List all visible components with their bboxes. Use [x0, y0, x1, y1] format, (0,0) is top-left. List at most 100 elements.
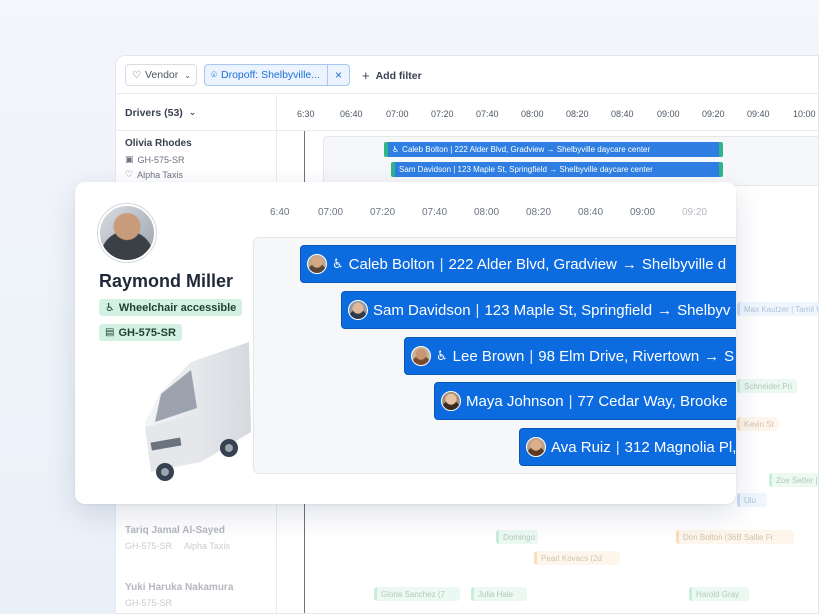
clear-filter-button[interactable]: ×	[327, 65, 349, 85]
trip-pill[interactable]: Schneider Pri	[737, 379, 797, 393]
driver-name: Raymond Miller	[99, 271, 234, 291]
time-tick: 08:00	[521, 109, 544, 119]
pickup-address: 77 Cedar Way, Brooke	[577, 392, 728, 410]
trip-pill[interactable]: Zoe Setter | Sa	[769, 473, 818, 487]
passenger-name: Maya Johnson	[466, 392, 564, 410]
dropoff-filter-chip[interactable]: ⌾ Dropoff: Shelbyville... ×	[204, 64, 350, 86]
time-tick: 08:00	[474, 207, 500, 218]
separator: |	[529, 347, 534, 365]
wheelchair-icon: ♿	[105, 302, 115, 314]
time-tick: 09:20	[702, 109, 725, 119]
time-tick: 07:00	[318, 207, 344, 218]
trip-pill[interactable]: Kevin St	[737, 417, 779, 431]
passenger-name: Caleb Bolton	[348, 255, 435, 273]
time-tick: 06:40	[340, 109, 363, 119]
trip-bar-lee-brown[interactable]: ♿ Lee Brown | 98 Elm Drive, Rivertown → …	[404, 337, 736, 375]
passenger-avatar	[307, 254, 327, 274]
chevron-down-icon: ⌄	[188, 107, 197, 117]
trip-pill[interactable]: Pearl Kovacs (2d	[534, 551, 620, 565]
wheelchair-icon: ♿	[436, 348, 448, 363]
wheelchair-icon: ♿	[332, 256, 344, 271]
drivers-count-label: Drivers (53)	[125, 107, 183, 119]
trip-bar[interactable]: Sam Davidson | 123 Maple St, Springfield…	[391, 162, 723, 177]
dropoff-address: Shelbyville d	[641, 255, 727, 273]
dropoff-filter-label: Dropoff: Shelbyville...	[221, 69, 321, 81]
trip-pill[interactable]: Ulu	[737, 493, 767, 507]
driver-row[interactable]: Tariq Jamal Al-Sayed GH-575-SR Alpha Taxi…	[125, 525, 230, 555]
driver-plate: GH-575-SR	[125, 541, 173, 551]
time-tick: 6:30	[297, 109, 315, 119]
passenger-avatar	[411, 346, 431, 366]
time-tick: 07:40	[476, 109, 499, 119]
time-tick: 09:40	[747, 109, 770, 119]
time-tick: 08:20	[566, 109, 589, 119]
trip-bar-label: Sam Davidson | 123 Maple St, Springfield…	[399, 165, 653, 174]
time-tick: 6:40	[270, 207, 290, 218]
time-tick: 09:00	[630, 207, 656, 218]
passenger-avatar	[526, 437, 546, 457]
time-tick: 07:20	[431, 109, 454, 119]
handshake-icon: ♡	[125, 169, 134, 179]
trip-bar-caleb-bolton[interactable]: ♿ Caleb Bolton | 222 Alder Blvd, Gradvie…	[300, 245, 736, 283]
drivers-dropdown[interactable]: Drivers (53) ⌄	[125, 107, 196, 119]
add-filter-label: Add filter	[375, 69, 422, 82]
time-tick: 10:00	[793, 109, 816, 119]
arrow-right-icon: →	[621, 255, 637, 273]
location-pin-icon: ⌾	[211, 69, 217, 81]
time-tick: 07:20	[370, 207, 396, 218]
driver-vendor: Alpha Taxis	[184, 541, 230, 551]
van-illustration	[145, 342, 251, 481]
separator: |	[568, 392, 573, 410]
trip-pill[interactable]: Harold Gray	[689, 587, 749, 601]
id-card-icon: ▤	[105, 327, 115, 338]
card-time-axis: 6:40 07:00 07:20 07:40 08:00 08:20 08:40…	[75, 207, 736, 221]
driver-plate: GH-575-SR	[137, 154, 185, 165]
pickup-address: 98 Elm Drive, Rivertown	[538, 347, 700, 365]
dropoff-address: S	[724, 347, 735, 365]
time-tick: 08:20	[526, 207, 552, 218]
trip-pill[interactable]: Max Kautzer | Tamil Wolf	[737, 302, 818, 316]
trip-bar-sam-davidson[interactable]: Sam Davidson | 123 Maple St, Springfield…	[341, 291, 736, 329]
passenger-name: Sam Davidson	[373, 301, 471, 319]
separator: |	[475, 301, 480, 319]
separator: |	[439, 255, 444, 273]
time-tick: 08:40	[578, 207, 604, 218]
driver-name: Olivia Rhodes	[125, 138, 192, 149]
trip-bar-maya-johnson[interactable]: Maya Johnson | 77 Cedar Way, Brooke	[434, 382, 736, 420]
arrow-right-icon: →	[704, 347, 720, 365]
separator: |	[615, 438, 620, 456]
trip-bar[interactable]: ♿ Caleb Bolton | 222 Alder Blvd, Gradvie…	[384, 142, 723, 157]
car-icon: ▣	[125, 154, 134, 164]
timeline-header: Drivers (53) ⌄ 6:30 06:40 07:00 07:20 07…	[116, 95, 818, 131]
trip-pill[interactable]: Julia Hale	[471, 587, 527, 601]
driver-name: Tariq Jamal Al-Sayed	[125, 525, 226, 536]
driver-name: Yuki Haruka Nakamura	[125, 582, 234, 593]
driver-vendor: Alpha Taxis	[137, 169, 183, 180]
vendor-filter-chip[interactable]: ♡ Vendor ⌄	[125, 64, 197, 86]
time-tick: 07:00	[386, 109, 409, 119]
wheelchair-badge: ♿ Wheelchair accessible	[99, 299, 243, 316]
add-filter-button[interactable]: + Add filter	[362, 68, 422, 83]
passenger-avatar	[348, 300, 368, 320]
trip-bar-ava-ruiz[interactable]: Ava Ruiz | 312 Magnolia Pl,	[519, 428, 736, 466]
chevron-down-icon: ⌄	[184, 70, 191, 80]
arrow-right-icon: →	[657, 301, 673, 319]
trip-pill[interactable]: Domingo	[496, 530, 538, 544]
driver-detail-card: Raymond Miller ♿ Wheelchair accessible ▤…	[75, 182, 736, 504]
vendor-filter-label: Vendor	[144, 69, 179, 81]
trip-pill[interactable]: Gloria Sanchez (7	[374, 587, 460, 601]
trip-pill[interactable]: Don Bolton (36B Sallie Fr	[676, 530, 794, 544]
time-tick: 07:40	[422, 207, 448, 218]
trip-bar-label: Caleb Bolton | 222 Alder Blvd, Gradview …	[402, 145, 651, 154]
passenger-name: Ava Ruiz	[551, 438, 611, 456]
time-tick: 08:40	[611, 109, 634, 119]
driver-row[interactable]: Yuki Haruka Nakamura GH-575-SR	[125, 582, 233, 612]
handshake-icon: ♡	[132, 69, 141, 81]
dropoff-address: Shelbyv	[677, 301, 731, 319]
pickup-address: 123 Maple St, Springfield	[484, 301, 653, 319]
driver-row-olivia-rhodes[interactable]: Olivia Rhodes ▣ GH-575-SR ♡ Alpha Taxis	[125, 138, 192, 184]
pickup-address: 222 Alder Blvd, Gradview	[448, 255, 617, 273]
driver-plate: GH-575-SR	[125, 598, 173, 608]
wheelchair-icon: ♿	[392, 145, 400, 154]
pickup-address: 312 Magnolia Pl,	[624, 438, 736, 456]
